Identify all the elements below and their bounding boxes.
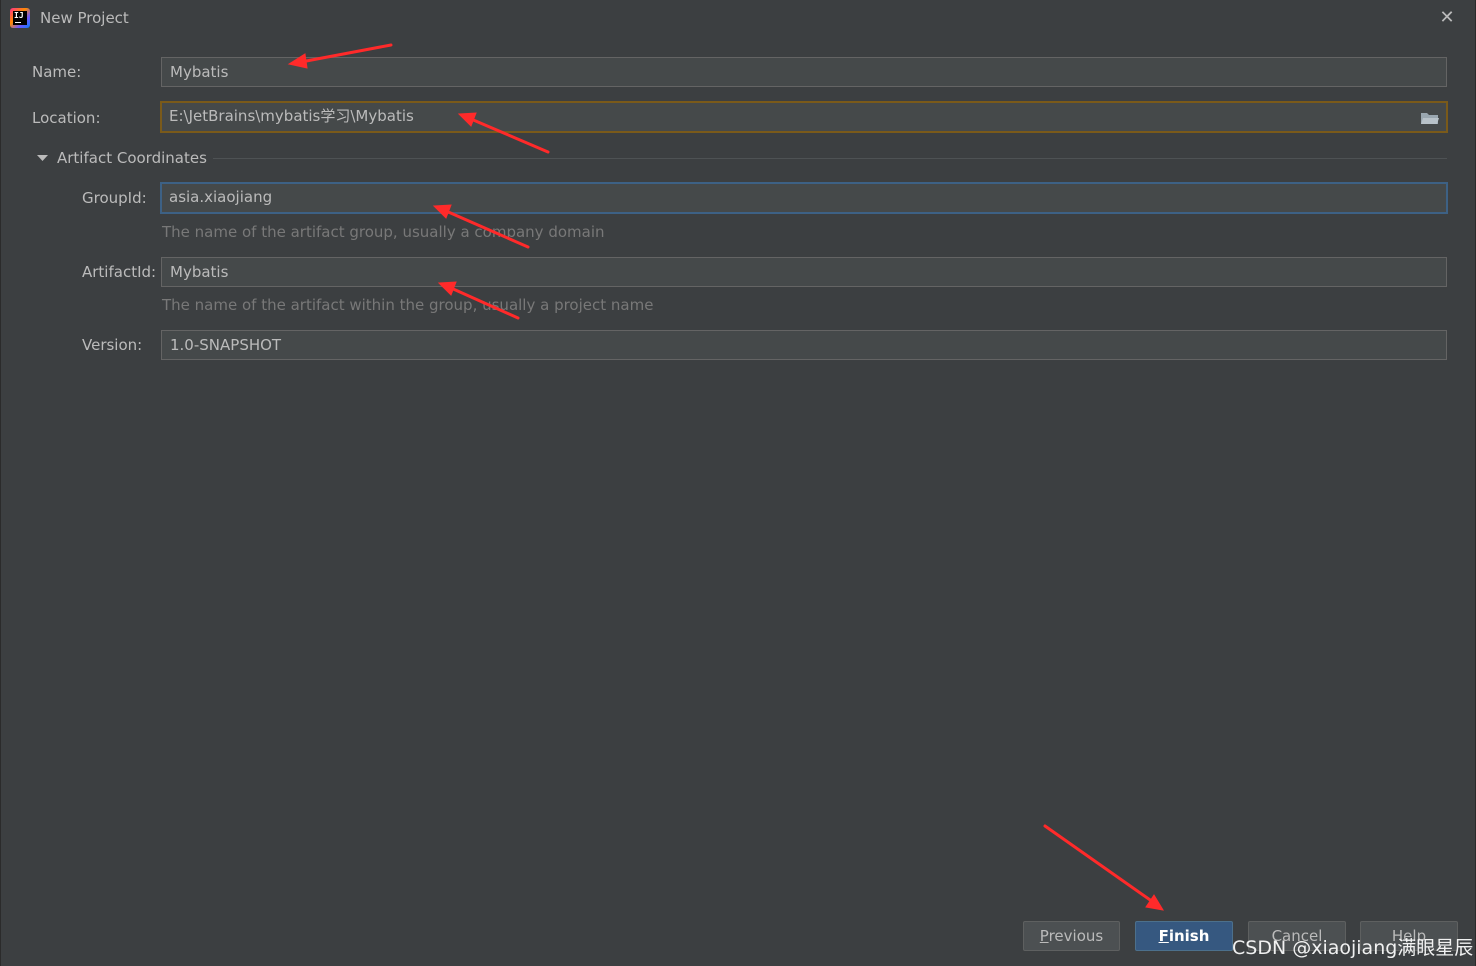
annotation-arrows [287,43,1164,911]
location-label: Location: [32,109,101,127]
name-label: Name: [32,63,82,81]
version-label: Version: [82,336,143,354]
previous-mnemonic: P [1039,927,1049,945]
location-field[interactable]: E:\JetBrains\mybatis学习\Mybatis [160,101,1448,133]
close-icon[interactable]: ✕ [1437,8,1457,28]
finish-button[interactable]: Finish [1135,921,1233,951]
groupid-hint: The name of the artifact group, usually … [162,223,605,241]
dialog-title: New Project [40,9,129,27]
artifactid-field[interactable]: Mybatis [161,257,1447,287]
finish-label: inish [1168,927,1210,945]
groupid-label: GroupId: [82,189,147,207]
version-field[interactable]: 1.0-SNAPSHOT [161,330,1447,360]
previous-label: revious [1048,927,1104,945]
folder-open-icon[interactable] [1420,110,1440,126]
artifact-coordinates-title[interactable]: Artifact Coordinates [57,149,207,167]
collapse-triangle-icon[interactable] [37,148,51,170]
arrow-finish [1043,824,1155,904]
name-field[interactable]: Mybatis [161,57,1447,87]
artifactid-label: ArtifactId: [82,263,157,281]
previous-button[interactable]: Previous [1023,921,1120,951]
title-bar: IJ New Project ✕ [1,0,1476,36]
section-divider [213,158,1447,159]
artifactid-hint: The name of the artifact within the grou… [162,296,654,314]
intellij-idea-icon: IJ [10,8,30,28]
new-project-dialog: IJ New Project ✕ Name: Mybatis Location:… [0,0,1476,966]
groupid-field[interactable]: asia.xiaojiang [160,182,1448,214]
finish-mnemonic: F [1158,927,1169,945]
csdn-watermark: CSDN @xiaojiang满眼星辰 [1232,937,1474,959]
